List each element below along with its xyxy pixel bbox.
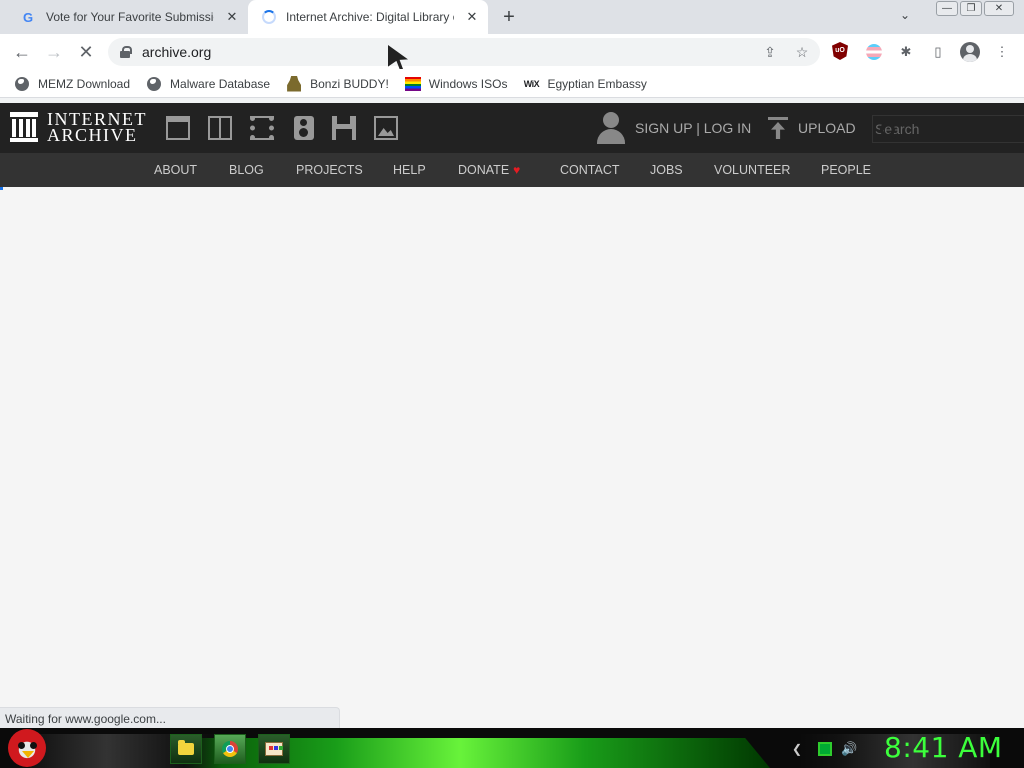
side-panel-icon[interactable]: ▯ [928,42,948,62]
tab-title: Internet Archive: Digital Library of [286,10,454,24]
browser-menu-icon[interactable]: ⋮ [992,42,1012,62]
status-bubble: Waiting for www.google.com... [0,707,340,728]
back-button[interactable]: ← [10,40,34,64]
nav-projects[interactable]: PROJECTS [296,163,363,177]
nav-contact[interactable]: CONTACT [560,163,620,177]
archive-temple-icon [10,112,38,142]
profile-avatar[interactable] [960,42,980,62]
bookmark-bonzi-buddy[interactable]: Bonzi BUDDY! [286,75,389,92]
taskbar: ❮ 🔊 8:41 AM [0,728,1024,768]
ia-search [872,115,1024,143]
tab-search-button[interactable]: ⌄ [895,8,915,26]
network-monitor-icon[interactable] [818,742,832,756]
media-type-icons [166,116,398,140]
minimize-button[interactable]: — [936,1,958,16]
window-controls: — ❐ ✕ [936,1,1014,16]
url-text[interactable]: archive.org [142,44,211,60]
ublock-extension-icon[interactable]: uO [832,42,852,62]
folder-icon [178,740,194,755]
paint-icon [265,742,283,756]
taskbar-chrome[interactable] [214,734,246,764]
bookmark-malware-database[interactable]: Malware Database [146,76,270,92]
rainbow-flag-icon [404,76,421,92]
chrome-icon [222,741,238,757]
signup-login-link[interactable]: SIGN UP | LOG IN [635,120,751,136]
globe-icon [146,76,162,92]
tab-vote[interactable]: G Vote for Your Favorite Submission ✕ [8,0,248,34]
audio-icon[interactable] [294,116,314,140]
nav-volunteer[interactable]: VOLUNTEER [714,163,790,177]
close-window-button[interactable]: ✕ [984,1,1014,16]
bonzi-icon [286,75,302,92]
texts-icon[interactable] [208,116,232,140]
bookmark-memz[interactable]: MEMZ Download [14,76,130,92]
user-icon[interactable] [596,112,626,144]
clock[interactable]: 8:41 AM [884,731,1003,764]
bookmark-windows-isos[interactable]: Windows ISOs [404,76,507,92]
address-bar[interactable]: archive.org ⇪ ☆ [108,38,820,66]
ia-logo[interactable]: INTERNET ARCHIVE [10,110,147,145]
bookmark-egyptian-embassy[interactable]: WiX Egyptian Embassy [523,76,647,92]
ia-header: INTERNET ARCHIVE SIGN UP | LOG IN UPLOAD [0,103,1024,153]
web-page: INTERNET ARCHIVE SIGN UP | LOG IN UPLOAD… [0,103,1024,728]
nav-jobs[interactable]: JOBS [650,163,683,177]
speaker-icon[interactable]: 🔊 [841,742,857,756]
taskbar-paint[interactable] [258,734,290,764]
logo-text-line2: ARCHIVE [47,125,138,145]
stop-loading-button[interactable]: ✕ [74,40,98,64]
tab-title: Vote for Your Favorite Submission [46,10,214,24]
bookmark-star-icon[interactable]: ☆ [792,42,812,62]
upload-link[interactable]: UPLOAD [798,120,856,136]
google-g-icon: G [22,9,34,25]
loading-spinner-icon [262,10,276,24]
tab-close-icon[interactable]: ✕ [462,9,482,25]
software-icon[interactable] [332,116,356,140]
images-icon[interactable] [374,116,398,140]
heart-icon: ♥ [513,163,521,177]
tab-internet-archive[interactable]: Internet Archive: Digital Library of ✕ [248,0,488,34]
extensions-puzzle-icon[interactable]: ✱ [896,42,916,62]
nav-blog[interactable]: BLOG [229,163,264,177]
tray-expand-icon[interactable]: ❮ [792,742,806,756]
taskbar-explorer[interactable] [170,734,202,764]
nav-people[interactable]: PEOPLE [821,163,871,177]
browser-toolbar: ← → ✕ archive.org ⇪ ☆ uO ✱ ▯ ⋮ [0,34,1024,70]
forward-button[interactable]: → [42,40,66,64]
flag-extension-icon[interactable] [864,42,884,62]
nav-about[interactable]: ABOUT [154,163,197,177]
start-button-angry-bird-icon[interactable] [8,729,46,767]
nav-help[interactable]: HELP [393,163,426,177]
video-icon[interactable] [250,116,274,140]
upload-icon[interactable] [768,117,788,139]
new-tab-button[interactable]: + [498,6,520,28]
wix-icon: WiX [523,78,540,89]
ia-nav-bar: ABOUT BLOG PROJECTS HELP DONATE ♥ CONTACT… [0,153,1024,187]
nav-donate[interactable]: DONATE ♥ [458,163,520,177]
globe-icon [14,76,30,92]
lock-icon[interactable] [120,46,132,58]
maximize-button[interactable]: ❐ [960,1,982,16]
tab-close-icon[interactable]: ✕ [222,9,242,25]
share-icon[interactable]: ⇪ [760,42,780,62]
page-load-progress [0,187,3,190]
web-icon[interactable] [166,116,190,140]
tab-strip: G Vote for Your Favorite Submission ✕ In… [0,0,1024,34]
bookmarks-bar: MEMZ Download Malware Database Bonzi BUD… [0,70,1024,98]
